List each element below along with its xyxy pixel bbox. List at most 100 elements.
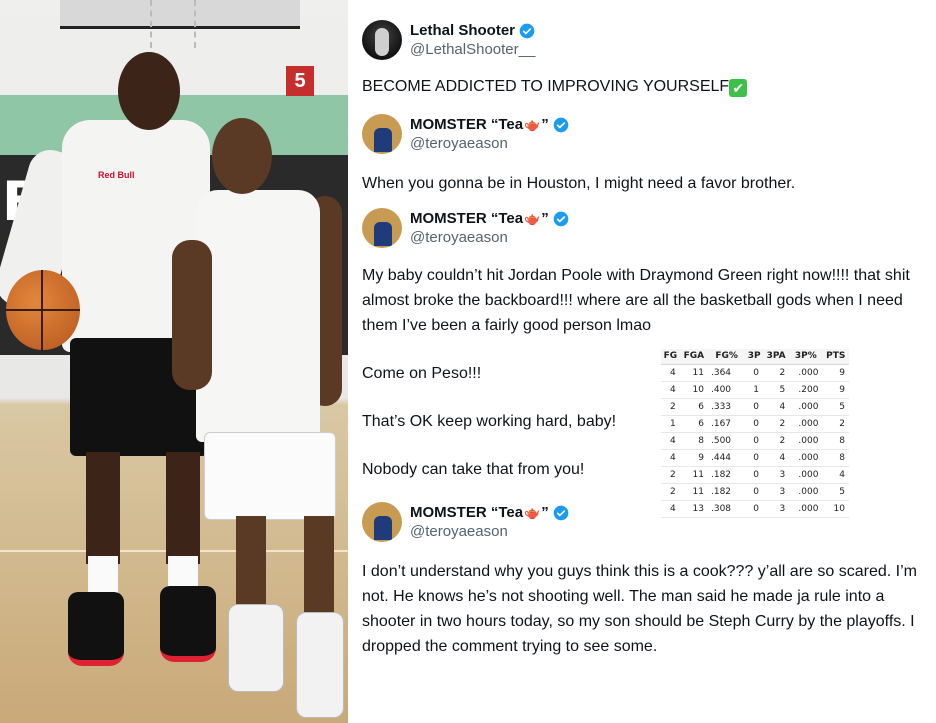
stats-row: 2 11.182 0 3.000 5 — [661, 483, 849, 501]
tweets-panel: Lethal Shooter @LethalShooter__ BECOME A… — [348, 0, 936, 723]
tweet-line: That’s OK keep working hard, baby! — [362, 413, 617, 430]
stats-cell: 2 — [661, 398, 680, 416]
stats-cell: 2 — [661, 466, 680, 484]
stats-cell: .364 — [707, 364, 746, 382]
stats-body: 4 11.364 0 2.000 9 4 10.400 1 5.200 9 2 6.333 0 4.000… — [661, 364, 849, 518]
stats-cell: .000 — [789, 415, 823, 433]
stats-cell: 0 — [745, 432, 764, 450]
person2-arm — [172, 240, 212, 390]
stats-cell: 0 — [745, 415, 764, 433]
author-name[interactable]: Lethal Shooter — [410, 22, 515, 39]
stats-cell: 4 — [661, 432, 680, 450]
stats-cell: 4 — [763, 449, 790, 467]
author-handle[interactable]: @teroyaeason — [410, 135, 569, 152]
tweet-header: MOMSTER “Tea🫖” @teroyaeason — [362, 502, 569, 542]
tweet-line: Come on Peso!!! — [362, 365, 482, 382]
stats-row: 4 13.308 0 3.000 10 — [661, 500, 849, 518]
verified-badge-icon — [553, 211, 569, 226]
stats-cell: 0 — [745, 466, 764, 484]
stats-cell: 2 — [661, 483, 680, 501]
wall-number-sign: 5 — [286, 66, 314, 96]
person1-leg — [166, 452, 200, 564]
avatar[interactable] — [362, 20, 402, 60]
stats-cell: .000 — [789, 432, 823, 450]
avatar[interactable] — [362, 114, 402, 154]
teapot-emoji-icon: 🫖 — [524, 117, 541, 132]
stats-row: 4 11.364 0 2.000 9 — [661, 364, 849, 382]
stats-cell: 2 — [822, 415, 849, 433]
tweet-text: My baby couldn’t hit Jordan Poole with D… — [362, 267, 910, 334]
stats-cell: .167 — [707, 415, 746, 433]
tweet-text: BECOME ADDICTED TO IMPROVING YOURSELF ✔ — [362, 74, 922, 99]
stats-cell: 2 — [763, 415, 790, 433]
stats-cell: 5 — [822, 398, 849, 416]
author-handle[interactable]: @teroyaeason — [410, 229, 569, 246]
tweet-text: I don’t understand why you guys think th… — [362, 563, 917, 655]
stats-cell: .182 — [707, 483, 746, 501]
person1-sock — [88, 556, 118, 596]
tweet-header: MOMSTER “Tea🫖” @teroyaeason — [362, 114, 569, 154]
avatar[interactable] — [362, 502, 402, 542]
author-name[interactable]: MOMSTER “Tea🫖” — [410, 210, 549, 227]
stats-header: FG% — [707, 349, 746, 365]
verified-badge-icon — [519, 23, 535, 38]
stats-cell: .400 — [707, 381, 746, 399]
person2-shorts — [204, 432, 336, 520]
stats-table: FG FGA FG% 3P 3PA 3P% PTS 4 11.364 0 2.000 9… — [661, 349, 849, 518]
person1-shoe — [68, 592, 124, 666]
stats-cell: .000 — [789, 364, 823, 382]
teapot-emoji-icon: 🫖 — [524, 505, 541, 520]
stats-header: 3P% — [789, 349, 823, 365]
stats-header-row: FG FGA FG% 3P 3PA 3P% PTS — [661, 349, 849, 365]
stats-cell: 0 — [745, 398, 764, 416]
hoop-net — [150, 0, 196, 48]
stats-cell: 1 — [745, 381, 764, 399]
stats-cell: 8 — [822, 432, 849, 450]
check-mark-emoji-icon: ✔ — [729, 79, 748, 97]
person2-shoe — [296, 612, 344, 718]
person2-shoe — [228, 604, 284, 692]
stats-header: 3PA — [763, 349, 790, 365]
stats-header: FGA — [679, 349, 708, 365]
stats-row: 2 11.182 0 3.000 4 — [661, 466, 849, 484]
author-name[interactable]: MOMSTER “Tea🫖” — [410, 504, 549, 521]
tweet-header: MOMSTER “Tea🫖” @teroyaeason — [362, 208, 569, 248]
stats-cell: 0 — [745, 364, 764, 382]
author-name[interactable]: MOMSTER “Tea🫖” — [410, 116, 549, 133]
person1-head — [118, 52, 180, 130]
avatar[interactable] — [362, 208, 402, 248]
stats-cell: 0 — [745, 483, 764, 501]
stats-cell: 9 — [822, 381, 849, 399]
stats-cell: 3 — [763, 466, 790, 484]
stats-header: FG — [661, 349, 680, 365]
stats-cell: 4 — [661, 500, 680, 518]
stats-cell: 2 — [763, 364, 790, 382]
stats-cell: 0 — [745, 449, 764, 467]
stats-cell: 4 — [661, 381, 680, 399]
tweet-text: When you gonna be in Houston, I might ne… — [362, 175, 796, 192]
stats-cell: .200 — [789, 381, 823, 399]
stats-cell: 9 — [679, 449, 708, 467]
author-handle[interactable]: @teroyaeason — [410, 523, 569, 540]
stats-cell: .333 — [707, 398, 746, 416]
verified-badge-icon — [553, 117, 569, 132]
stats-cell: 11 — [679, 483, 708, 501]
stats-cell: 3 — [763, 500, 790, 518]
players-photo: BA 5 Red Bull — [0, 0, 348, 723]
person2-leg — [236, 516, 266, 612]
tweet-text-body: BECOME ADDICTED TO IMPROVING YOURSELF — [362, 78, 730, 95]
stats-cell: .000 — [789, 483, 823, 501]
stats-cell: 6 — [679, 415, 708, 433]
stats-cell: 5 — [822, 483, 849, 501]
stats-cell: 6 — [679, 398, 708, 416]
stats-row: 2 6.333 0 4.000 5 — [661, 398, 849, 416]
tweet-header: Lethal Shooter @LethalShooter__ — [362, 20, 535, 60]
author-handle[interactable]: @LethalShooter__ — [410, 41, 535, 58]
jacket-logo: Red Bull — [98, 170, 135, 180]
basketball — [6, 270, 80, 350]
stats-cell: .000 — [789, 466, 823, 484]
stats-cell: .000 — [789, 500, 823, 518]
stats-cell: 8 — [679, 432, 708, 450]
stats-row: 4 8.500 0 2.000 8 — [661, 432, 849, 450]
stats-cell: 4 — [763, 398, 790, 416]
